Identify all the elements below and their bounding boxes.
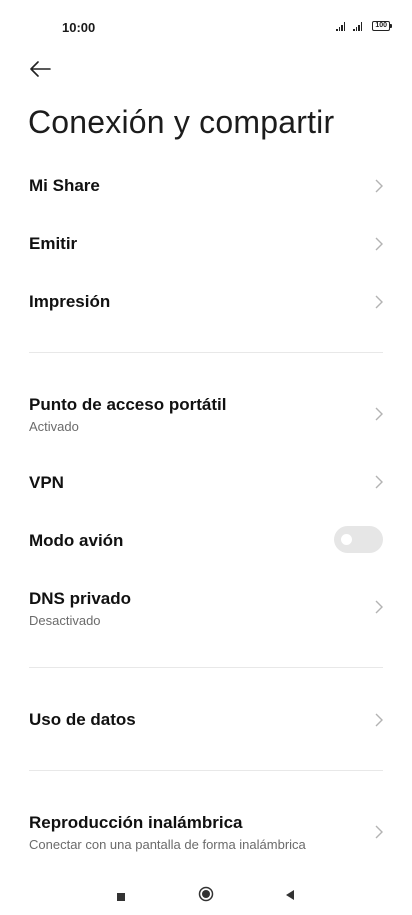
item-label: Impresión [29, 292, 111, 311]
item-label: Modo avión [29, 531, 124, 550]
settings-item-private-dns[interactable]: DNS privado Desactivado [0, 574, 412, 642]
item-label: Emitir [29, 234, 78, 253]
divider [29, 352, 383, 353]
chevron-right-icon [375, 407, 383, 421]
square-icon [117, 893, 125, 901]
status-time: 10:00 [62, 20, 96, 35]
settings-item-impresion[interactable]: Impresión [0, 273, 412, 331]
page-title: Conexión y compartir [28, 104, 335, 140]
item-subtitle: Desactivado [29, 613, 101, 628]
settings-item-emitir[interactable]: Emitir [0, 215, 412, 273]
item-label: Punto de acceso portátil [29, 395, 227, 414]
status-bar: 10:00 100 [0, 0, 412, 44]
item-subtitle: Conectar con una pantalla de forma inalá… [29, 837, 306, 852]
settings-item-wireless-display[interactable]: Reproducción inalámbrica Conectar con un… [0, 797, 412, 865]
settings-item-data-usage[interactable]: Uso de datos [0, 691, 412, 749]
battery-icon: 100 [372, 21, 392, 31]
divider [29, 667, 383, 668]
back-button[interactable] [26, 55, 54, 83]
chevron-right-icon [375, 295, 383, 309]
chevron-right-icon [375, 179, 383, 193]
home-button[interactable] [198, 886, 214, 907]
settings-item-mi-share[interactable]: Mi Share [0, 157, 412, 215]
status-icons: 100 [336, 21, 392, 31]
signal-icon-2 [353, 21, 363, 31]
navigation-bar [0, 875, 412, 915]
chevron-right-icon [375, 825, 383, 839]
triangle-back-icon [286, 890, 294, 900]
signal-icon [336, 21, 346, 31]
circle-icon [198, 886, 214, 902]
toggle-knob [341, 534, 352, 545]
item-label: VPN [29, 473, 64, 492]
settings-item-airplane-mode[interactable]: Modo avión [0, 511, 412, 569]
item-label: Reproducción inalámbrica [29, 813, 243, 832]
item-label: Mi Share [29, 176, 100, 195]
arrow-left-icon [30, 61, 51, 77]
back-nav-button[interactable] [285, 888, 295, 906]
item-subtitle: Activado [29, 419, 79, 434]
item-label: DNS privado [29, 589, 132, 608]
chevron-right-icon [375, 237, 383, 251]
chevron-right-icon [375, 475, 383, 489]
settings-item-hotspot[interactable]: Punto de acceso portátil Activado [0, 380, 412, 448]
recents-button[interactable] [116, 889, 126, 907]
divider [29, 770, 383, 771]
airplane-mode-toggle[interactable] [334, 526, 383, 553]
item-label: Uso de datos [29, 710, 136, 729]
chevron-right-icon [375, 713, 383, 727]
chevron-right-icon [375, 600, 383, 614]
settings-item-vpn[interactable]: VPN [0, 453, 412, 511]
